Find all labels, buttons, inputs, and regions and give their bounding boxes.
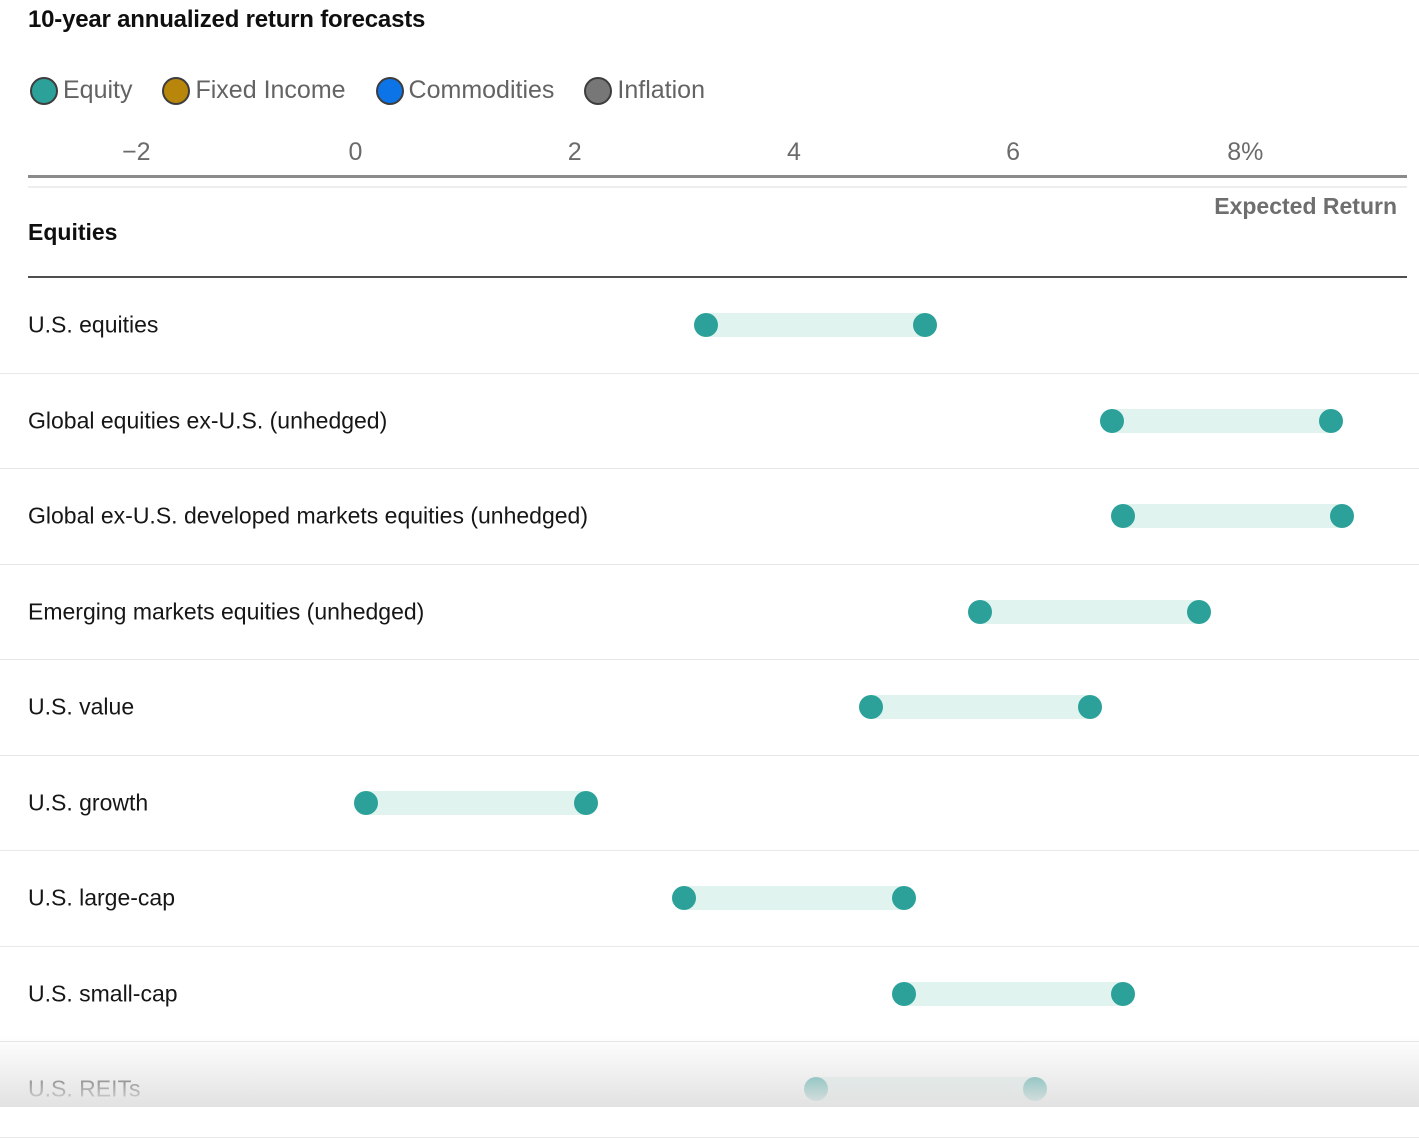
- inflation-swatch-icon: [584, 77, 612, 105]
- legend-item-fixed-income[interactable]: Fixed Income: [162, 76, 345, 105]
- range-high-dot: [1319, 409, 1343, 433]
- range-low-dot: [694, 313, 718, 337]
- asset-row: U.S. equities: [0, 278, 1419, 374]
- axis-tick: 0: [349, 138, 363, 167]
- range-low-dot: [1100, 409, 1124, 433]
- range-band: [1123, 504, 1342, 528]
- legend-label: Fixed Income: [195, 76, 345, 105]
- asset-row: U.S. REITs: [0, 1042, 1419, 1138]
- commodities-swatch-icon: [376, 77, 404, 105]
- range-high-dot: [1111, 982, 1135, 1006]
- legend-item-commodities[interactable]: Commodities: [376, 76, 555, 105]
- asset-label: U.S. equities: [28, 312, 158, 339]
- range-low-dot: [1111, 504, 1135, 528]
- range-high-dot: [1023, 1077, 1047, 1101]
- asset-label: Emerging markets equities (unhedged): [28, 598, 424, 625]
- asset-row: U.S. growth: [0, 756, 1419, 852]
- range-high-dot: [892, 886, 916, 910]
- range-low-dot: [968, 600, 992, 624]
- x-axis-subline: [28, 186, 1407, 188]
- range-low-dot: [859, 695, 883, 719]
- asset-label: U.S. growth: [28, 789, 148, 816]
- chart-legend: Equity Fixed Income Commodities Inflatio…: [30, 76, 705, 105]
- asset-row: Emerging markets equities (unhedged): [0, 565, 1419, 661]
- asset-label: U.S. value: [28, 694, 134, 721]
- asset-label: U.S. small-cap: [28, 980, 178, 1007]
- range-high-dot: [1330, 504, 1354, 528]
- legend-item-equity[interactable]: Equity: [30, 76, 132, 105]
- asset-row: Global equities ex-U.S. (unhedged): [0, 374, 1419, 470]
- asset-row: U.S. value: [0, 660, 1419, 756]
- x-axis: −2 0 2 4 6 8%: [0, 138, 1419, 170]
- range-band: [904, 982, 1123, 1006]
- asset-label: U.S. large-cap: [28, 885, 175, 912]
- range-low-dot: [672, 886, 696, 910]
- legend-item-inflation[interactable]: Inflation: [584, 76, 705, 105]
- asset-label: Global ex-U.S. developed markets equitie…: [28, 503, 588, 530]
- range-low-dot: [354, 791, 378, 815]
- range-band: [1112, 409, 1331, 433]
- x-axis-line: [28, 175, 1407, 178]
- axis-tick: 2: [568, 138, 582, 167]
- axis-tick: 8%: [1227, 138, 1263, 167]
- range-high-dot: [1187, 600, 1211, 624]
- section-header: Equities: [28, 219, 117, 246]
- axis-tick: 4: [787, 138, 801, 167]
- range-low-dot: [804, 1077, 828, 1101]
- legend-label: Equity: [63, 76, 132, 105]
- asset-row: U.S. small-cap: [0, 947, 1419, 1043]
- range-band: [684, 886, 903, 910]
- range-high-dot: [574, 791, 598, 815]
- range-band: [706, 313, 925, 337]
- range-high-dot: [1078, 695, 1102, 719]
- range-band: [980, 600, 1199, 624]
- range-band: [366, 791, 585, 815]
- range-band: [816, 1077, 1035, 1101]
- asset-label: Global equities ex-U.S. (unhedged): [28, 407, 387, 434]
- axis-tick: −2: [122, 138, 151, 167]
- legend-label: Commodities: [409, 76, 555, 105]
- x-axis-label: Expected Return: [1214, 193, 1397, 220]
- asset-row: U.S. large-cap: [0, 851, 1419, 947]
- chart-rows: U.S. equities Global equities ex-U.S. (un…: [0, 278, 1419, 1138]
- legend-label: Inflation: [617, 76, 705, 105]
- range-low-dot: [892, 982, 916, 1006]
- equity-swatch-icon: [30, 77, 58, 105]
- range-band: [871, 695, 1090, 719]
- axis-tick: 6: [1006, 138, 1020, 167]
- asset-row: Global ex-U.S. developed markets equitie…: [0, 469, 1419, 565]
- asset-label: U.S. REITs: [28, 1076, 140, 1103]
- fixed-income-swatch-icon: [162, 77, 190, 105]
- chart-title: 10-year annualized return forecasts: [28, 6, 425, 34]
- range-high-dot: [913, 313, 937, 337]
